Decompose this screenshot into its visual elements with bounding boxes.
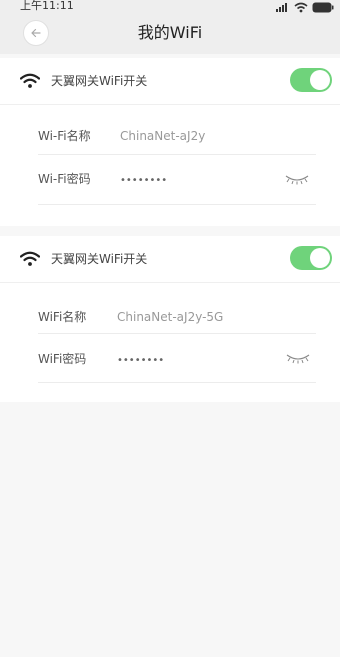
field-divider: [38, 382, 316, 383]
toggle-knob: [310, 248, 330, 268]
wifi-card-5g: 天翼网关WiFi开关 WiFi名称 ChinaNet-aJ2y-5G WiFi密…: [0, 236, 340, 402]
wifi-icon: [294, 2, 308, 12]
wifi-icon: [20, 251, 40, 266]
eye-closed-icon[interactable]: [284, 172, 310, 186]
wifi-switch-row: 天翼网关WiFi开关: [0, 58, 340, 104]
field-divider: [38, 333, 316, 334]
page-title: 我的WiFi: [137, 23, 203, 42]
divider: [0, 282, 340, 283]
status-icons: [276, 0, 334, 14]
wifi-name-value[interactable]: ChinaNet-aJ2y-5G: [117, 308, 223, 326]
wifi-password-row[interactable]: Wi-Fi密码 ••••••••: [0, 156, 340, 204]
nav-bar: 我的WiFi: [0, 14, 340, 54]
wifi-password-label: WiFi密码: [38, 352, 87, 366]
signal-icon: [276, 3, 287, 12]
eye-closed-icon[interactable]: [285, 351, 311, 365]
divider: [0, 104, 340, 105]
wifi-switch-label: 天翼网关WiFi开关: [51, 74, 148, 88]
field-divider: [38, 154, 316, 155]
wifi-toggle-switch[interactable]: [290, 246, 332, 270]
wifi-name-label: Wi-Fi名称: [38, 129, 91, 143]
wifi-password-row[interactable]: WiFi密码 ••••••••: [0, 336, 340, 384]
wifi-password-label: Wi-Fi密码: [38, 172, 91, 186]
wifi-password-value[interactable]: ••••••••: [120, 172, 167, 190]
status-time: 上午11:11: [20, 0, 74, 12]
toggle-knob: [310, 70, 330, 90]
page-background: [0, 402, 340, 657]
wifi-name-label: WiFi名称: [38, 310, 87, 324]
wifi-name-row[interactable]: WiFi名称 ChinaNet-aJ2y-5G: [0, 294, 340, 342]
wifi-name-value[interactable]: ChinaNet-aJ2y: [120, 127, 205, 145]
wifi-icon: [20, 73, 40, 88]
field-divider: [38, 204, 316, 205]
wifi-toggle-switch[interactable]: [290, 68, 332, 92]
status-bar: 上午11:11: [0, 0, 340, 14]
wifi-password-value[interactable]: ••••••••: [117, 352, 164, 370]
wifi-switch-label: 天翼网关WiFi开关: [51, 252, 148, 266]
battery-icon: [312, 2, 334, 12]
wifi-switch-row: 天翼网关WiFi开关: [0, 236, 340, 282]
wifi-card-2g: 天翼网关WiFi开关 Wi-Fi名称 ChinaNet-aJ2y Wi-Fi密码…: [0, 58, 340, 226]
